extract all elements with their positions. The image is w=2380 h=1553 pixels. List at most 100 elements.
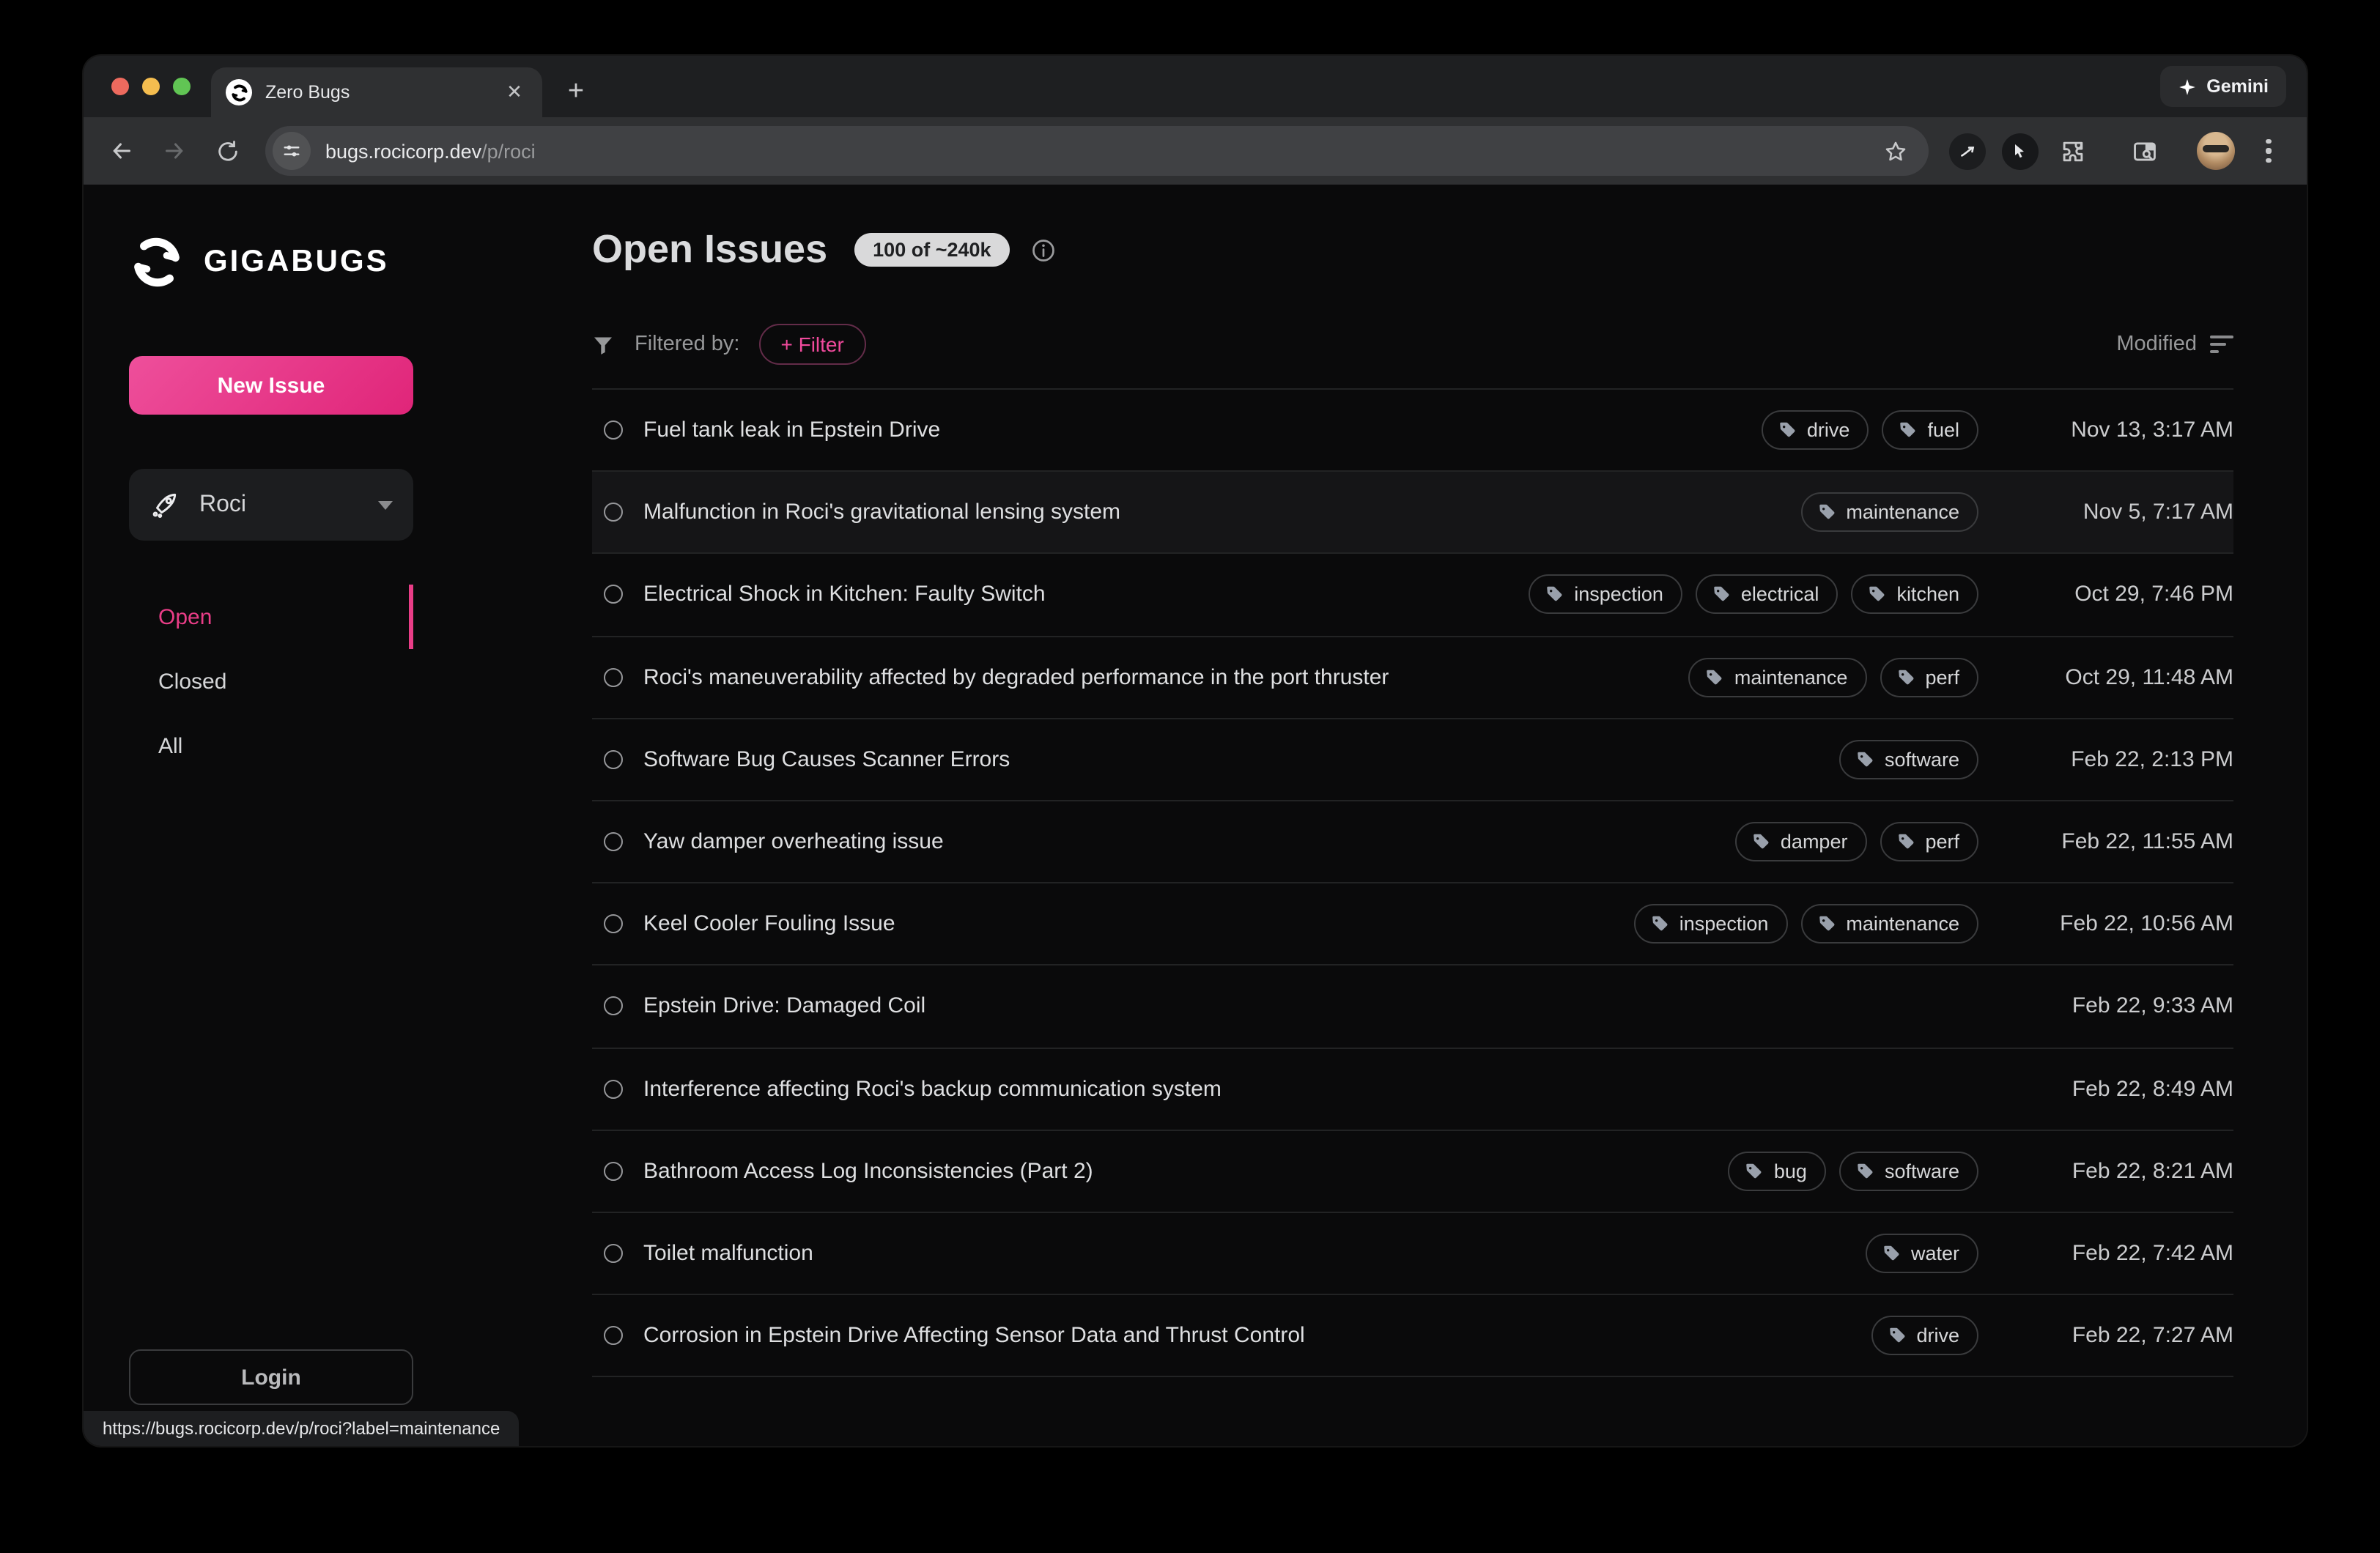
open-status-icon [604, 420, 623, 440]
tag-pill[interactable]: software [1839, 1152, 1978, 1191]
extension-swoosh-icon[interactable] [1943, 127, 1990, 174]
new-issue-button[interactable]: New Issue [129, 356, 413, 415]
zoom-window-button[interactable] [173, 78, 191, 95]
issue-date: Feb 22, 9:33 AM [2014, 994, 2233, 1019]
site-settings-icon[interactable] [273, 132, 311, 170]
new-tab-button[interactable]: + [555, 72, 596, 113]
issue-tags: drive fuel [1762, 410, 1978, 450]
desktop: Zero Bugs ✕ + Gemini [0, 0, 2380, 1553]
reload-button[interactable] [204, 127, 251, 174]
back-button[interactable] [98, 127, 145, 174]
issue-title[interactable]: Fuel tank leak in Epstein Drive [643, 418, 940, 442]
tag-pill[interactable]: drive [1762, 410, 1869, 450]
sidebar-nav-item-open[interactable]: Open [129, 585, 413, 649]
tag-label: perf [1925, 831, 1959, 853]
issue-row[interactable]: Yaw damper overheating issue damper perf… [592, 801, 2233, 883]
issue-tags: inspection maintenance [1634, 904, 1978, 944]
open-status-icon [604, 503, 623, 522]
issue-title[interactable]: Electrical Shock in Kitchen: Faulty Swit… [643, 582, 1046, 607]
extension-cursor-icon[interactable] [1996, 127, 2043, 174]
info-icon[interactable] [1031, 237, 1057, 263]
add-filter-button[interactable]: + Filter [758, 324, 865, 365]
issue-row[interactable]: Corrosion in Epstein Drive Affecting Sen… [592, 1295, 2233, 1377]
tag-label: electrical [1741, 584, 1819, 606]
tag-label: damper [1781, 831, 1848, 853]
sidebar-nav-item-closed[interactable]: Closed [129, 649, 413, 714]
open-status-icon [604, 997, 623, 1016]
site-favicon [226, 79, 252, 105]
tag-pill[interactable]: inspection [1634, 904, 1788, 944]
sort-label[interactable]: Modified [2116, 333, 2197, 356]
tag-pill[interactable]: perf [1880, 657, 1978, 697]
issue-row[interactable]: Roci's maneuverability affected by degra… [592, 637, 2233, 719]
tag-pill[interactable]: electrical [1696, 575, 1838, 615]
count-badge: 100 of ~240k [854, 233, 1010, 267]
forward-button[interactable] [151, 127, 198, 174]
sort-descending-icon[interactable] [2210, 335, 2233, 354]
issue-title[interactable]: Epstein Drive: Damaged Coil [643, 994, 925, 1019]
tag-pill[interactable]: drive [1871, 1316, 1978, 1355]
tag-icon [1867, 585, 1886, 604]
browser-menu-icon[interactable] [2245, 127, 2292, 174]
issue-title[interactable]: Keel Cooler Fouling Issue [643, 911, 895, 936]
issue-title[interactable]: Roci's maneuverability affected by degra… [643, 664, 1389, 689]
issue-title[interactable]: Corrosion in Epstein Drive Affecting Sen… [643, 1323, 1305, 1348]
issue-tags: inspection electrical kitchen [1529, 575, 1978, 615]
tag-pill[interactable]: water [1866, 1234, 1978, 1273]
reading-mode-icon[interactable] [2121, 127, 2168, 174]
chevron-down-icon [378, 500, 393, 509]
issue-row[interactable]: Electrical Shock in Kitchen: Faulty Swit… [592, 555, 2233, 637]
issue-row[interactable]: Keel Cooler Fouling Issue inspection mai… [592, 883, 2233, 965]
address-bar[interactable]: bugs.rocicorp.dev/p/roci [265, 126, 1929, 176]
tag-pill[interactable]: maintenance [1800, 493, 1978, 533]
issue-title[interactable]: Interference affecting Roci's backup com… [643, 1076, 1222, 1101]
status-url-tooltip: https://bugs.rocicorp.dev/p/roci?label=m… [84, 1411, 519, 1446]
issue-date: Feb 22, 8:49 AM [2014, 1076, 2233, 1101]
issue-date: Nov 13, 3:17 AM [2014, 418, 2233, 442]
open-status-icon [604, 832, 623, 851]
tag-pill[interactable]: fuel [1882, 410, 1978, 450]
tag-pill[interactable]: perf [1880, 822, 1978, 861]
issue-title[interactable]: Toilet malfunction [643, 1241, 813, 1266]
project-select[interactable]: Roci [129, 469, 413, 541]
issue-title[interactable]: Yaw damper overheating issue [643, 829, 944, 854]
profile-avatar[interactable] [2192, 127, 2239, 174]
issue-row[interactable]: Toilet malfunction water Feb 22, 7:42 AM [592, 1213, 2233, 1295]
nav-label: Closed [158, 669, 226, 694]
tag-pill[interactable]: kitchen [1851, 575, 1978, 615]
tag-pill[interactable]: software [1839, 740, 1978, 779]
issue-row[interactable]: Interference affecting Roci's backup com… [592, 1048, 2233, 1130]
tab-close-icon[interactable]: ✕ [501, 79, 528, 105]
issue-row[interactable]: Fuel tank leak in Epstein Drive drive fu… [592, 390, 2233, 472]
issue-date: Feb 22, 10:56 AM [2014, 911, 2233, 936]
open-status-icon [604, 1244, 623, 1263]
issue-title[interactable]: Malfunction in Roci's gravitational lens… [643, 500, 1120, 525]
tag-pill[interactable]: bug [1729, 1152, 1826, 1191]
url-host: bugs.rocicorp.dev [325, 140, 481, 162]
issue-row[interactable]: Software Bug Causes Scanner Errors softw… [592, 719, 2233, 801]
tab-strip: Zero Bugs ✕ + Gemini [84, 56, 2307, 117]
tag-icon [1778, 420, 1797, 440]
issue-row[interactable]: Bathroom Access Log Inconsistencies (Par… [592, 1130, 2233, 1212]
issue-date: Feb 22, 11:55 AM [2014, 829, 2233, 854]
issue-row[interactable]: Epstein Drive: Damaged Coil Feb 22, 9:33… [592, 966, 2233, 1048]
login-button[interactable]: Login [129, 1349, 413, 1405]
issue-title[interactable]: Bathroom Access Log Inconsistencies (Par… [643, 1159, 1093, 1184]
issue-title[interactable]: Software Bug Causes Scanner Errors [643, 747, 1010, 772]
sidebar-nav-item-all[interactable]: All [129, 714, 413, 778]
tag-label: software [1885, 749, 1959, 771]
browser-tab[interactable]: Zero Bugs ✕ [211, 67, 542, 117]
browser-toolbar: bugs.rocicorp.dev/p/roci [84, 117, 2307, 185]
tag-label: software [1885, 1160, 1959, 1182]
close-window-button[interactable] [111, 78, 129, 95]
tag-pill[interactable]: damper [1735, 822, 1867, 861]
gemini-button[interactable]: Gemini [2159, 66, 2286, 107]
tag-pill[interactable]: inspection [1529, 575, 1682, 615]
extensions-puzzle-icon[interactable] [2049, 127, 2096, 174]
tag-pill[interactable]: maintenance [1689, 657, 1867, 697]
tag-pill[interactable]: maintenance [1800, 904, 1978, 944]
bookmark-star-icon[interactable] [1876, 132, 1914, 170]
minimize-window-button[interactable] [142, 78, 160, 95]
nav-label: All [158, 733, 182, 758]
issue-row[interactable]: Malfunction in Roci's gravitational lens… [592, 472, 2233, 554]
